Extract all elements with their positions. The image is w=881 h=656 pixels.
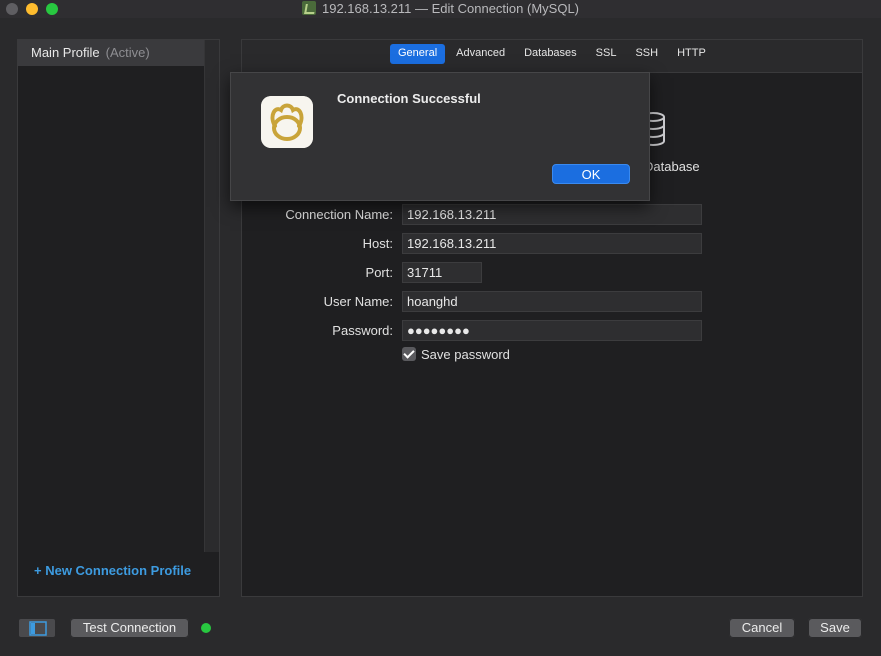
ok-button[interactable]: OK bbox=[552, 164, 630, 184]
navicat-logo-icon bbox=[261, 96, 313, 148]
tab-http[interactable]: HTTP bbox=[669, 44, 714, 64]
tab-advanced[interactable]: Advanced bbox=[448, 44, 513, 64]
profile-item-main[interactable]: Main Profile (Active) bbox=[18, 40, 205, 66]
port-label: Port: bbox=[365, 265, 393, 280]
sidebar-toggle-button[interactable] bbox=[18, 618, 56, 638]
cancel-button[interactable]: Cancel bbox=[729, 618, 795, 638]
tab-ssh[interactable]: SSH bbox=[627, 44, 666, 64]
port-row: Port: 31711 bbox=[242, 262, 862, 283]
test-connection-button[interactable]: Test Connection bbox=[70, 618, 189, 638]
save-button[interactable]: Save bbox=[808, 618, 862, 638]
alert-title: Connection Successful bbox=[337, 91, 481, 106]
tab-ssl[interactable]: SSL bbox=[588, 44, 625, 64]
tab-databases[interactable]: Databases bbox=[516, 44, 585, 64]
password-label: Password: bbox=[332, 323, 393, 338]
host-input[interactable]: 192.168.13.211 bbox=[402, 233, 702, 254]
connection-successful-alert: Connection Successful OK bbox=[230, 72, 650, 201]
password-row: Password: ●●●●●●●● bbox=[242, 320, 862, 341]
save-password-row[interactable]: Save password bbox=[402, 347, 510, 362]
profile-sidebar: Main Profile (Active) + New Connection Pr… bbox=[17, 39, 220, 597]
window-title: 192.168.13.211 — Edit Connection (MySQL) bbox=[0, 1, 881, 16]
user-name-input[interactable]: hoanghd bbox=[402, 291, 702, 312]
tab-general[interactable]: General bbox=[390, 44, 446, 64]
tabs-bar: General Advanced Databases SSL SSH HTTP bbox=[242, 40, 862, 73]
connection-status-indicator bbox=[201, 623, 211, 633]
title-bar: 192.168.13.211 — Edit Connection (MySQL) bbox=[0, 0, 881, 18]
user-name-label: User Name: bbox=[323, 294, 393, 309]
host-row: Host: 192.168.13.211 bbox=[242, 233, 862, 254]
navicat-app-icon bbox=[301, 1, 316, 15]
profile-active-badge: (Active) bbox=[105, 45, 150, 60]
connection-name-label: Connection Name: bbox=[285, 207, 393, 222]
port-input[interactable]: 31711 bbox=[402, 262, 482, 283]
save-password-label: Save password bbox=[421, 347, 510, 362]
password-input[interactable]: ●●●●●●●● bbox=[402, 320, 702, 341]
connection-name-input[interactable]: 192.168.13.211 bbox=[402, 204, 702, 225]
connection-name-row: Connection Name: 192.168.13.211 bbox=[242, 204, 862, 225]
sidebar-scrollbar[interactable] bbox=[204, 40, 219, 552]
window-title-text: 192.168.13.211 — Edit Connection (MySQL) bbox=[321, 1, 580, 16]
user-name-row: User Name: hoanghd bbox=[242, 291, 862, 312]
new-connection-profile-link[interactable]: + New Connection Profile bbox=[34, 563, 191, 578]
database-label: Database bbox=[644, 159, 700, 174]
profile-name: Main Profile bbox=[31, 45, 100, 60]
host-label: Host: bbox=[362, 236, 393, 251]
tab-list: General Advanced Databases SSL SSH HTTP bbox=[390, 44, 717, 64]
save-password-checkbox[interactable] bbox=[402, 347, 416, 361]
sidebar-icon bbox=[29, 621, 47, 636]
